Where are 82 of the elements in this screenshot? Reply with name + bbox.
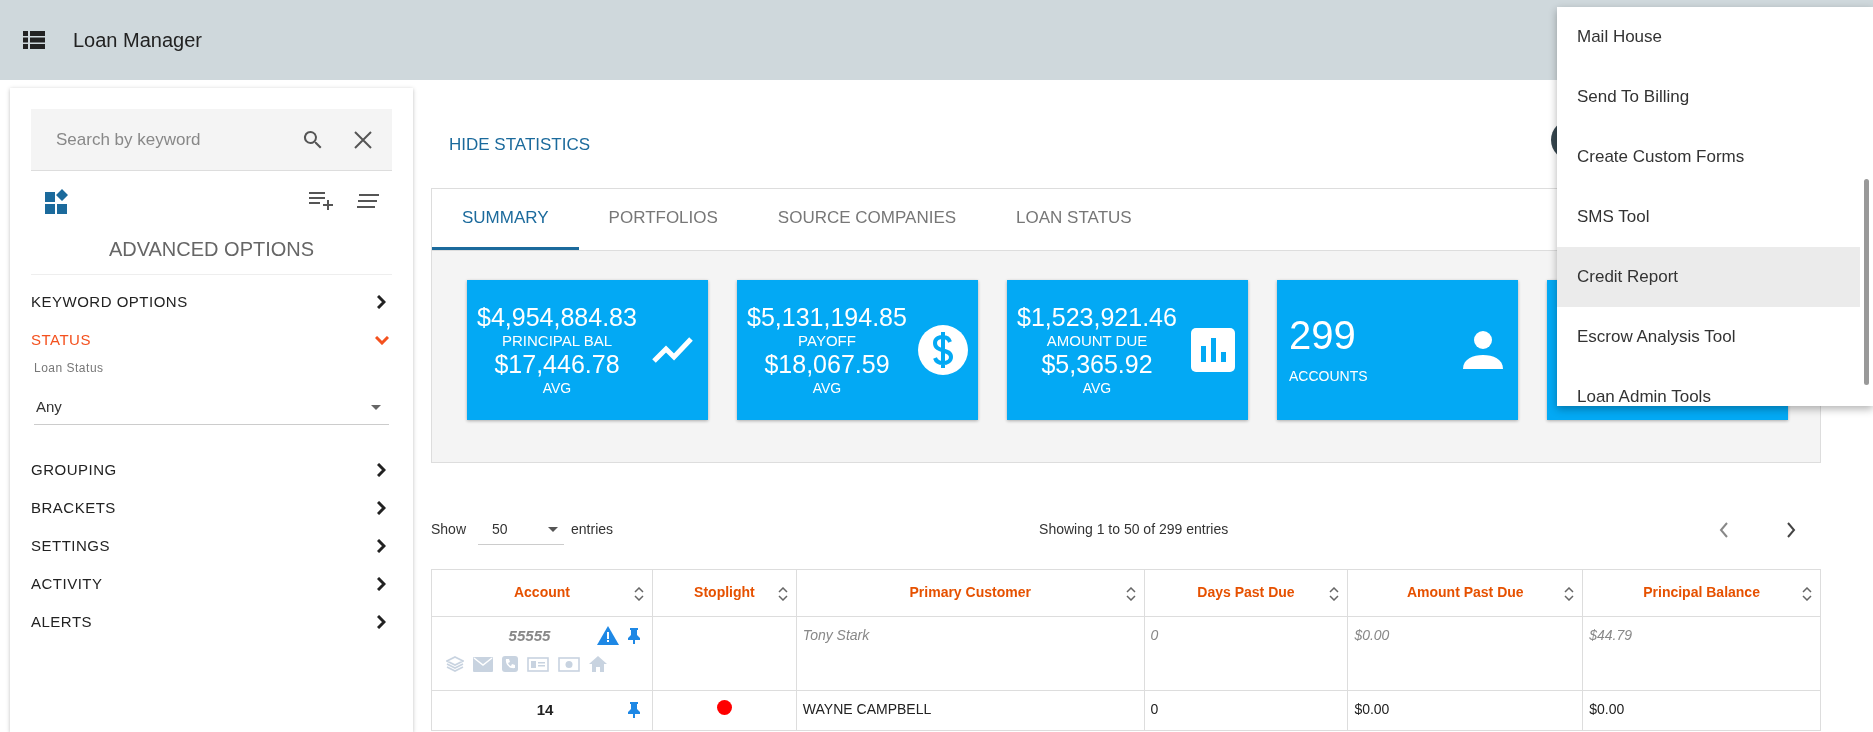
chevron-right-icon bbox=[377, 539, 386, 553]
trend-line-icon bbox=[651, 335, 694, 364]
next-page-icon[interactable] bbox=[1786, 521, 1796, 538]
bar-chart-icon bbox=[1190, 327, 1235, 372]
sort-icon bbox=[633, 586, 644, 601]
stat-label: AVG bbox=[812, 380, 842, 396]
stat-value: $4,954,884.83 bbox=[477, 303, 637, 332]
stat-label: PRINCIPAL BAL bbox=[501, 332, 612, 349]
column-header[interactable]: Principal Balance bbox=[1582, 569, 1821, 616]
table-info: Showing 1 to 50 of 299 entries bbox=[1039, 520, 1229, 539]
stat-label: PAYOFF bbox=[798, 332, 856, 349]
table-cell: $0.00 bbox=[1589, 700, 1625, 717]
menu-icon[interactable] bbox=[23, 31, 45, 49]
menu-item[interactable]: Loan Admin Tools bbox=[1557, 367, 1860, 406]
chevron-right-icon bbox=[377, 463, 386, 477]
sort-icon bbox=[1802, 586, 1812, 601]
sort-icon bbox=[1125, 586, 1136, 601]
pin-icon[interactable] bbox=[627, 627, 640, 644]
statistics-tab[interactable]: LOAN STATUS bbox=[986, 188, 1162, 250]
sidebar-section[interactable]: BRACKETS bbox=[31, 489, 392, 527]
stat-value: $5,131,194.85 bbox=[747, 303, 907, 332]
app-title: Loan Manager bbox=[73, 28, 202, 53]
sort-icon bbox=[777, 586, 788, 601]
sidebar-section[interactable]: GROUPING bbox=[31, 451, 392, 489]
table-cell: WAYNE CAMPBELL bbox=[802, 700, 932, 717]
sidebar-section[interactable]: ACTIVITY bbox=[31, 565, 392, 603]
entries-label: entries bbox=[571, 520, 614, 539]
pin-icon[interactable] bbox=[627, 701, 640, 718]
column-header[interactable]: Stoplight bbox=[652, 569, 797, 616]
menu-item[interactable]: Mail House bbox=[1557, 7, 1860, 67]
person-icon bbox=[1462, 330, 1503, 369]
column-header[interactable]: Account bbox=[431, 569, 653, 616]
stat-average: $17,446.78 bbox=[494, 349, 620, 380]
close-icon[interactable] bbox=[353, 130, 373, 150]
statistics-tab[interactable]: PORTFOLIOS bbox=[578, 188, 748, 250]
warning-icon[interactable] bbox=[596, 626, 619, 646]
table-cell: 0 bbox=[1150, 700, 1159, 717]
scrollbar-thumb[interactable] bbox=[1864, 179, 1869, 385]
chevron-right-icon bbox=[377, 577, 386, 591]
sort-icon bbox=[1329, 586, 1340, 601]
dropdown-caret-icon bbox=[371, 405, 381, 410]
stat-average: $18,067.59 bbox=[764, 349, 890, 380]
sidebar-section[interactable]: SETTINGS bbox=[31, 527, 392, 565]
statistics-tab[interactable]: SUMMARY bbox=[432, 188, 579, 250]
search-field[interactable]: Search by keyword bbox=[31, 109, 392, 171]
table-cell: $44.79 bbox=[1589, 626, 1632, 643]
sort-lines-icon[interactable] bbox=[357, 193, 379, 209]
previous-page-icon[interactable] bbox=[1719, 521, 1729, 538]
stat-label: AMOUNT DUE bbox=[1046, 332, 1148, 349]
statistics-tab[interactable]: SOURCE COMPANIES bbox=[747, 188, 987, 250]
sidebar-section[interactable]: STATUS bbox=[31, 321, 392, 359]
column-header[interactable]: Amount Past Due bbox=[1347, 569, 1583, 616]
column-header[interactable]: Days Past Due bbox=[1144, 569, 1348, 616]
sort-icon bbox=[1564, 586, 1575, 601]
stat-value: 299 bbox=[1289, 312, 1357, 358]
stat-label: AVG bbox=[1082, 380, 1112, 396]
widgets-icon[interactable] bbox=[45, 188, 70, 214]
table-cell: $0.00 bbox=[1354, 700, 1390, 717]
table-cell: $0.00 bbox=[1354, 626, 1390, 643]
table-cell: 0 bbox=[1150, 626, 1159, 643]
dollar-icon bbox=[917, 324, 968, 375]
chevron-down-icon bbox=[375, 335, 389, 345]
dropdown-caret-icon bbox=[548, 526, 559, 532]
add-list-icon[interactable] bbox=[309, 191, 335, 211]
hide-statistics-button[interactable]: HIDE STATISTICS bbox=[449, 130, 591, 160]
chevron-right-icon bbox=[377, 501, 386, 515]
sidebar-section[interactable]: ALERTS bbox=[31, 603, 392, 641]
menu-item[interactable]: Credit Report bbox=[1557, 247, 1860, 307]
chevron-right-icon bbox=[377, 615, 386, 629]
field-label: Loan Status bbox=[34, 360, 105, 377]
stat-label: ACCOUNTS bbox=[1289, 367, 1369, 386]
stat-value: $1,523,921.46 bbox=[1017, 303, 1177, 332]
section-heading: ADVANCED OPTIONS bbox=[31, 234, 392, 275]
chevron-right-icon bbox=[377, 295, 386, 309]
loan-status-select[interactable]: Any bbox=[34, 391, 389, 425]
stat-average: $5,365.92 bbox=[1041, 349, 1153, 380]
sidebar-section[interactable]: KEYWORD OPTIONS bbox=[31, 283, 392, 321]
stat-label: AVG bbox=[542, 380, 572, 396]
show-label: Show bbox=[431, 520, 467, 539]
column-header[interactable]: Primary Customer bbox=[796, 569, 1145, 616]
table-cell: Tony Stark bbox=[802, 626, 870, 643]
page-length-select[interactable]: 50 bbox=[478, 514, 565, 545]
